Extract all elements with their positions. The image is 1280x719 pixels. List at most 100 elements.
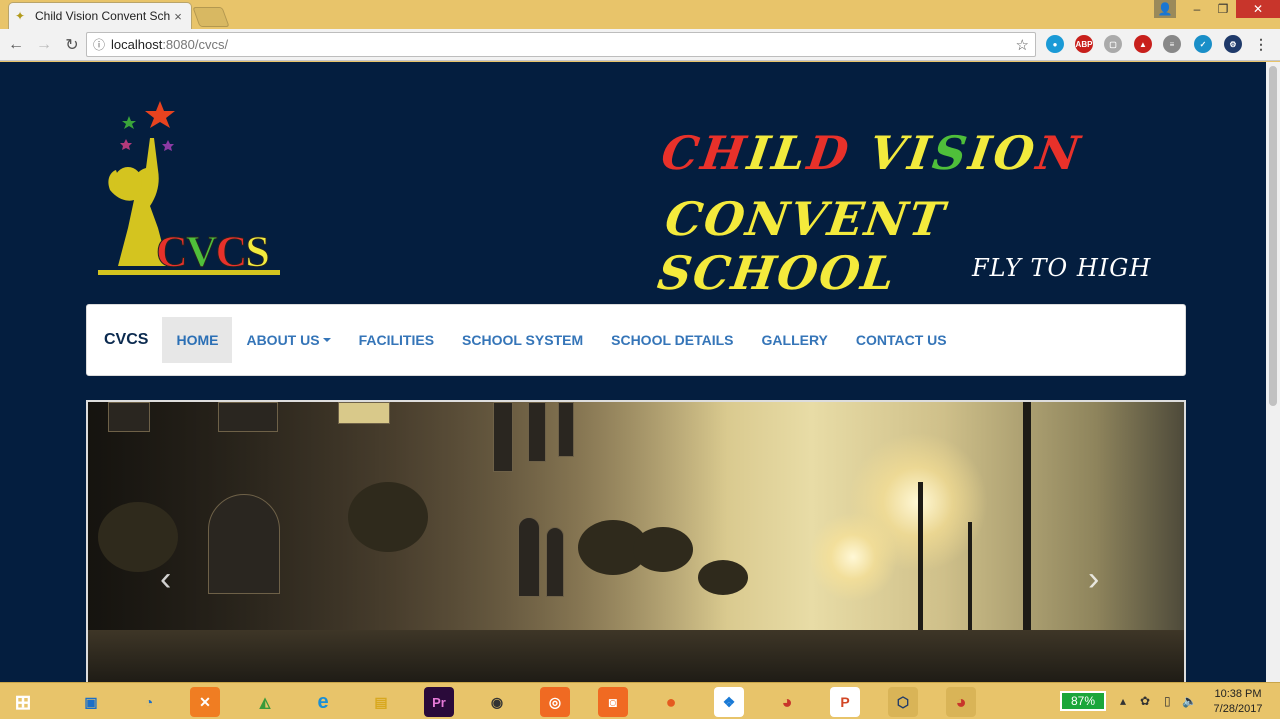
carousel-prev-icon[interactable]: ‹ bbox=[160, 560, 171, 599]
nav-school-details[interactable]: SCHOOL DETAILS bbox=[597, 317, 747, 363]
extension-car-icon[interactable]: ▲ bbox=[1134, 35, 1152, 53]
logo-letter: V bbox=[185, 227, 218, 277]
image-carousel: ‹ › bbox=[86, 400, 1186, 682]
nav-home[interactable]: HOME bbox=[162, 317, 233, 363]
tagline: FLY TO HIGH bbox=[972, 254, 1152, 282]
clock-date: 7/28/2017 bbox=[1213, 703, 1263, 715]
building-window bbox=[108, 402, 150, 432]
url-path: :8080/cvcs/ bbox=[162, 37, 229, 52]
title-letter: H bbox=[697, 126, 752, 180]
dropbox-icon[interactable]: ❖ bbox=[714, 687, 744, 717]
logo-letter: S bbox=[245, 227, 271, 277]
browser-tab-strip: ✦ Child Vision Convent Sch × 👤 – ❐ ✕ bbox=[0, 0, 1280, 29]
clock-app-icon[interactable]: ◔ bbox=[134, 687, 164, 717]
street-shape bbox=[88, 630, 1184, 682]
nav-school-system[interactable]: SCHOOL SYSTEM bbox=[448, 317, 597, 363]
start-windows-icon[interactable]: ⊞ bbox=[8, 687, 38, 717]
building-window bbox=[338, 402, 390, 424]
extension-icon[interactable]: ● bbox=[1046, 35, 1064, 53]
browser-tab[interactable]: ✦ Child Vision Convent Sch × bbox=[8, 2, 192, 29]
profile-icon[interactable]: 👤 bbox=[1154, 0, 1176, 18]
caret-down-icon bbox=[322, 338, 331, 342]
carousel-next-icon[interactable]: › bbox=[1088, 560, 1099, 599]
tree-shape bbox=[698, 560, 748, 595]
tab-close-icon[interactable]: × bbox=[171, 9, 185, 24]
navbar-brand[interactable]: CVCS bbox=[104, 331, 148, 349]
android-studio-icon[interactable]: ◭ bbox=[250, 687, 280, 717]
screenshot-icon[interactable]: ◙ bbox=[598, 687, 628, 717]
building-window bbox=[518, 517, 540, 597]
logo-letter: C bbox=[215, 227, 248, 277]
main-navbar: CVCS HOME ABOUT US FACILITIES SCHOOL SYS… bbox=[86, 304, 1186, 376]
lamp-post bbox=[968, 522, 972, 642]
tray-app-icon[interactable]: ✿ bbox=[1140, 694, 1150, 708]
screen-recorder-icon[interactable]: ◎ bbox=[540, 687, 570, 717]
nav-gallery[interactable]: GALLERY bbox=[748, 317, 842, 363]
bookmark-star-icon[interactable]: ☆ bbox=[1016, 36, 1029, 54]
tray-expand-icon[interactable]: ▴ bbox=[1120, 694, 1126, 708]
extension-shield-icon[interactable]: ✓ bbox=[1194, 35, 1212, 53]
nav-label: ABOUT US bbox=[246, 332, 320, 348]
lamp-post bbox=[918, 482, 923, 632]
battery-indicator[interactable]: 87% bbox=[1060, 691, 1106, 711]
new-tab-button[interactable] bbox=[192, 7, 230, 27]
firefox-icon[interactable]: ● bbox=[656, 687, 686, 717]
title-letter: D bbox=[804, 126, 855, 180]
extension-stack-icon[interactable]: ≡ bbox=[1163, 35, 1181, 53]
minimize-button[interactable]: – bbox=[1184, 0, 1210, 18]
nav-label: CONTACT US bbox=[855, 332, 947, 348]
back-arrow-icon[interactable]: ← bbox=[4, 33, 28, 57]
page-scrollbar[interactable] bbox=[1266, 62, 1280, 682]
title-line-1: CHILD VISION bbox=[658, 126, 1086, 180]
title-line-2: CONVENT SCHOOL bbox=[654, 192, 950, 300]
url-host: localhost bbox=[111, 37, 163, 52]
internet-explorer-icon[interactable]: e bbox=[308, 687, 338, 717]
building-window bbox=[558, 402, 574, 457]
scrollbar-thumb[interactable] bbox=[1269, 66, 1277, 406]
extension-cube-icon[interactable]: ▢ bbox=[1104, 35, 1122, 53]
tab-title: Child Vision Convent Sch bbox=[35, 9, 171, 23]
premiere-pro-icon[interactable]: Pr bbox=[424, 687, 454, 717]
battery-tray-icon[interactable]: ▯ bbox=[1164, 694, 1171, 708]
nav-label: GALLERY bbox=[761, 332, 828, 348]
volume-icon[interactable]: 🔈 bbox=[1182, 694, 1197, 708]
window-controls: 👤 – ❐ ✕ bbox=[1154, 0, 1280, 20]
nav-facilities[interactable]: FACILITIES bbox=[345, 317, 448, 363]
building-window bbox=[546, 527, 564, 597]
tree-shape bbox=[348, 482, 428, 552]
taskbar-clock[interactable]: 10:38 PM 7/28/2017 bbox=[1200, 687, 1276, 717]
address-bar[interactable]: ⓘ localhost:8080/cvcs/ ☆ bbox=[86, 32, 1036, 57]
close-window-button[interactable]: ✕ bbox=[1236, 0, 1280, 18]
info-icon[interactable]: ⓘ bbox=[87, 36, 111, 53]
nav-label: SCHOOL SYSTEM bbox=[462, 332, 584, 348]
building-window bbox=[493, 402, 513, 472]
powerpoint-icon[interactable]: P bbox=[830, 687, 860, 717]
nav-label: HOME bbox=[176, 332, 219, 348]
file-explorer-icon[interactable]: ▤ bbox=[366, 687, 396, 717]
lamp-post bbox=[1023, 402, 1031, 652]
virtualbox-icon[interactable]: ⬡ bbox=[888, 687, 918, 717]
tree-shape bbox=[633, 527, 693, 572]
title-letter: N bbox=[1033, 126, 1086, 180]
menu-dots-icon[interactable]: ⋮ bbox=[1252, 35, 1270, 53]
nav-about-us[interactable]: ABOUT US bbox=[232, 317, 344, 363]
restore-button[interactable]: ❐ bbox=[1210, 0, 1236, 18]
extension-gear-icon[interactable]: ⚙ bbox=[1224, 35, 1242, 53]
xampp-icon[interactable]: ✕ bbox=[190, 687, 220, 717]
chrome-active-icon[interactable]: ◕ bbox=[946, 687, 976, 717]
school-logo[interactable]: CVCS bbox=[88, 98, 288, 283]
forward-arrow-icon[interactable]: → bbox=[32, 33, 56, 57]
chrome-icon[interactable]: ◕ bbox=[772, 687, 802, 717]
nav-contact-us[interactable]: CONTACT US bbox=[842, 317, 961, 363]
reload-icon[interactable]: ↻ bbox=[60, 33, 84, 57]
building-window bbox=[528, 402, 546, 462]
logo-text: CVCS bbox=[156, 226, 271, 277]
web-page: CVCS CHILD VISION CONVENT SCHOOL FLY TO … bbox=[0, 62, 1266, 682]
task-view-icon[interactable]: ▣ bbox=[76, 687, 106, 717]
nav-label: SCHOOL DETAILS bbox=[611, 332, 734, 348]
clock-time: 10:38 PM bbox=[1214, 688, 1262, 700]
favicon-icon: ✦ bbox=[15, 9, 26, 23]
adblock-icon[interactable]: ABP bbox=[1075, 35, 1093, 53]
media-player-icon[interactable]: ◉ bbox=[482, 687, 512, 717]
building-window bbox=[208, 494, 280, 594]
